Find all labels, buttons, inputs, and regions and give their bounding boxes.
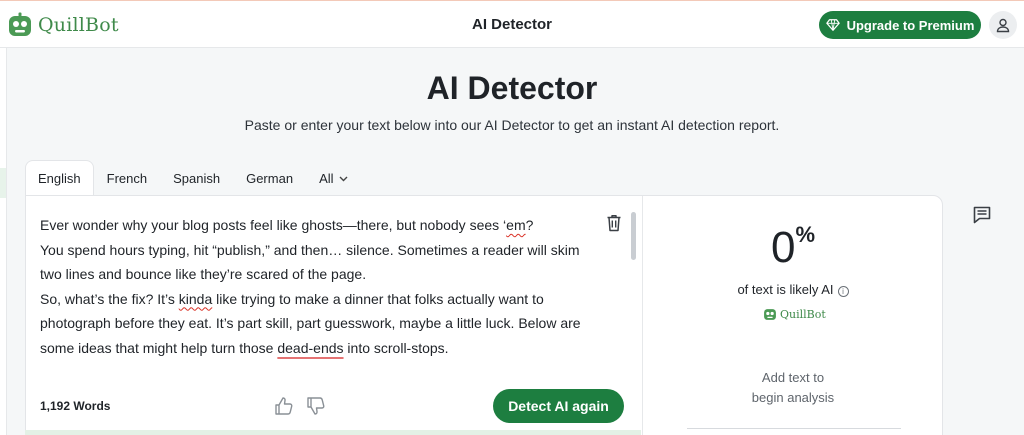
- ai-percent-value: 0: [770, 223, 796, 272]
- text-run: like trying to make a dinner that folks …: [212, 290, 544, 307]
- top-header: QuillBot AI Detector Upgrade to Premium: [0, 0, 1024, 48]
- hint-line: begin analysis: [751, 390, 835, 405]
- diamond-icon: [825, 19, 840, 31]
- detector-card: Ever wonder why your blog posts feel lik…: [25, 195, 943, 435]
- editor-bottom-bar: [25, 430, 641, 435]
- page-subtitle: Paste or enter your text below into our …: [244, 117, 780, 133]
- editor-line: photograph before they eat. It’s part sk…: [40, 315, 581, 331]
- text-run: some ideas that might help turn those: [40, 339, 278, 356]
- editor-line: some ideas that might help turn those de…: [40, 336, 610, 361]
- editor-line: two lines and bounce like they’re scared…: [40, 266, 367, 282]
- grammar-flag[interactable]: dead-ends: [277, 340, 343, 356]
- tab-english[interactable]: English: [25, 160, 94, 196]
- tab-all-label: All: [319, 171, 334, 186]
- text-run: Ever wonder why your blog posts feel lik…: [40, 217, 507, 233]
- trash-icon[interactable]: [606, 214, 622, 232]
- text-run: into scroll-stops.: [343, 339, 449, 356]
- likely-ai-label: of text is likely AI i: [643, 282, 943, 297]
- page-title: AI Detector: [426, 70, 598, 106]
- user-icon: [996, 18, 1010, 33]
- chevron-down-icon: [339, 176, 348, 181]
- results-divider: [687, 428, 901, 429]
- quillbot-logo-icon: [764, 309, 776, 320]
- account-button[interactable]: [989, 11, 1017, 39]
- quillbot-logo[interactable]: QuillBot: [8, 11, 119, 39]
- logo-text: QuillBot: [38, 14, 119, 36]
- tab-all-dropdown[interactable]: All: [306, 160, 360, 196]
- editor-line: Ever wonder why your blog posts feel lik…: [40, 213, 610, 238]
- language-tabs: English French Spanish German All: [25, 160, 361, 196]
- results-panel: 0% of text is likely AI i QuillBot Add te…: [643, 196, 943, 435]
- ai-percent: 0%: [643, 222, 943, 273]
- word-count: 1,192 Words: [40, 399, 111, 413]
- upgrade-label: Upgrade to Premium: [846, 17, 975, 33]
- tab-spanish[interactable]: Spanish: [160, 160, 233, 196]
- ai-percent-sign: %: [795, 222, 816, 247]
- likely-ai-text: of text is likely AI: [737, 282, 834, 297]
- spelling-flag[interactable]: em: [506, 217, 525, 233]
- tab-french[interactable]: French: [94, 160, 160, 196]
- results-logo-text: QuillBot: [780, 307, 826, 321]
- editor-scrollbar[interactable]: [631, 212, 636, 260]
- quillbot-logo-icon: [9, 12, 31, 36]
- results-quillbot-logo: QuillBot: [763, 307, 826, 321]
- text-run: ?: [525, 217, 534, 233]
- editor-content[interactable]: Ever wonder why your blog posts feel lik…: [40, 213, 610, 360]
- hint-line: Add text to: [761, 370, 825, 385]
- text-run: So, what’s the fix? It’s: [40, 290, 179, 307]
- gutter-marker: [0, 168, 6, 198]
- tab-german[interactable]: German: [233, 160, 306, 196]
- info-icon[interactable]: i: [837, 286, 849, 297]
- thumbs-up-icon[interactable]: [274, 396, 294, 416]
- editor-line: You spend hours typing, hit “publish,” a…: [40, 241, 580, 258]
- analysis-hint: Add text to begin analysis: [643, 368, 943, 408]
- comment-icon[interactable]: [973, 206, 991, 224]
- thumbs-down-icon[interactable]: [306, 396, 326, 416]
- editor-line: So, what’s the fix? It’s kinda like tryi…: [40, 287, 610, 312]
- upgrade-to-premium-button[interactable]: Upgrade to Premium: [819, 11, 981, 39]
- spelling-flag[interactable]: kinda: [179, 291, 212, 307]
- text-editor[interactable]: Ever wonder why your blog posts feel lik…: [26, 196, 642, 435]
- detect-ai-again-button[interactable]: Detect AI again: [493, 389, 624, 423]
